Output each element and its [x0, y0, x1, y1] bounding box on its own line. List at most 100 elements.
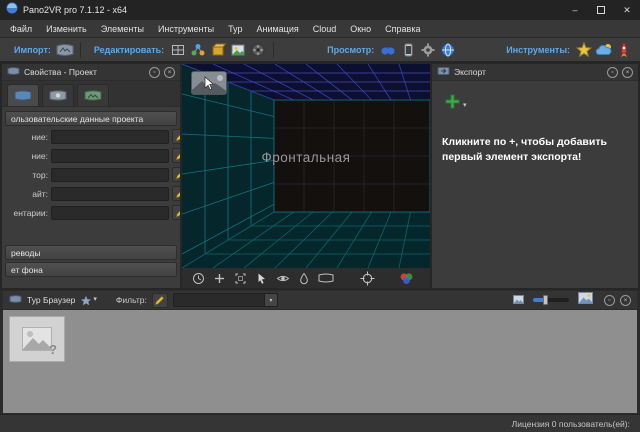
menu-bar: Файл Изменить Элементы Инструменты Тур А…	[0, 20, 640, 38]
field-row-description: ние:	[5, 147, 177, 164]
components-icon[interactable]	[208, 40, 228, 60]
panorama-node-thumbnail[interactable]: ?	[9, 316, 65, 362]
tour-browser-icon	[9, 291, 22, 309]
panorama-icon[interactable]	[318, 272, 334, 284]
pencil-icon	[154, 295, 165, 306]
patch-tool-icon[interactable]	[168, 40, 188, 60]
maximize-icon	[597, 6, 605, 14]
tab-display[interactable]	[77, 84, 109, 106]
missing-preview-glyph: ?	[49, 342, 57, 357]
media-icon[interactable]	[228, 40, 248, 60]
web-output-icon[interactable]	[438, 40, 458, 60]
app-window: Pano2VR pro 7.1.12 - x64 – ✕ Файл Измени…	[0, 0, 640, 432]
author-field[interactable]	[51, 168, 169, 182]
menu-cloud[interactable]: Cloud	[306, 24, 344, 34]
import-group-label: Импорт:	[14, 45, 51, 55]
field-row-title: ние:	[5, 128, 177, 145]
device-preview-icon[interactable]	[398, 40, 418, 60]
edit-website-button[interactable]	[172, 186, 180, 201]
close-button[interactable]: ✕	[614, 0, 640, 20]
edit-author-button[interactable]	[172, 167, 180, 182]
field-label: айт:	[6, 189, 48, 199]
filter-input[interactable]	[173, 293, 265, 307]
pencil-icon	[175, 131, 181, 142]
toolbar-separator	[273, 42, 274, 58]
app-logo-icon	[6, 1, 18, 19]
window-controls: – ✕	[562, 0, 640, 20]
clock-icon[interactable]	[192, 272, 205, 285]
star-icon	[80, 295, 92, 306]
comments-field[interactable]	[51, 206, 169, 220]
image-placeholder-icon	[22, 327, 52, 351]
cloud-icon[interactable]	[594, 40, 614, 60]
drop-icon[interactable]	[298, 272, 310, 285]
minimize-button[interactable]: –	[562, 0, 588, 20]
undock-panel-button[interactable]: ▫	[604, 295, 615, 306]
section-user-data[interactable]: ользовательские данные проекта	[5, 111, 177, 126]
maximize-button[interactable]	[588, 0, 614, 20]
main-area: Свойства - Проект ▫ × ользовательские да…	[0, 62, 640, 290]
view-group-label: Просмотр:	[327, 45, 374, 55]
tour-map-icon[interactable]	[188, 40, 208, 60]
menu-window[interactable]: Окно	[343, 24, 378, 34]
preview-icon[interactable]	[378, 40, 398, 60]
crosshair-icon[interactable]	[360, 271, 375, 286]
export-panel-title: Экспорт	[454, 67, 486, 77]
publish-icon[interactable]	[614, 40, 634, 60]
import-panorama-icon[interactable]	[55, 40, 75, 60]
properties-panel: Свойства - Проект ▫ × ользовательские да…	[2, 64, 180, 288]
view-options-button[interactable]: ▾	[80, 295, 97, 306]
website-field[interactable]	[51, 187, 169, 201]
slider-handle[interactable]	[543, 295, 548, 305]
undock-panel-button[interactable]: ▫	[607, 67, 618, 78]
menu-tools[interactable]: Инструменты	[151, 24, 221, 34]
section-translations[interactable]: реводы	[5, 245, 177, 260]
menu-elements[interactable]: Элементы	[94, 24, 151, 34]
menu-help[interactable]: Справка	[378, 24, 427, 34]
edit-comments-button[interactable]	[172, 205, 180, 220]
viewer-canvas[interactable]: Фронтальная	[182, 64, 430, 268]
menu-animation[interactable]: Анимация	[249, 24, 305, 34]
undock-panel-button[interactable]: ▫	[149, 67, 160, 78]
panorama-viewer: Фронтальная	[182, 64, 430, 288]
video-icon[interactable]	[248, 40, 268, 60]
export-icon	[437, 63, 450, 81]
pencil-icon	[175, 188, 181, 199]
eye-icon[interactable]	[276, 272, 290, 285]
menu-tour[interactable]: Тур	[221, 24, 249, 34]
properties-panel-title: Свойства - Проект	[24, 67, 97, 77]
description-field[interactable]	[51, 149, 169, 163]
plus-icon	[444, 93, 461, 110]
edit-title-button[interactable]	[172, 129, 180, 144]
menu-edit[interactable]: Изменить	[39, 24, 94, 34]
tour-browser-content[interactable]: ?	[3, 310, 637, 413]
filter-dropdown-button[interactable]: ▾	[265, 293, 278, 307]
wand-icon[interactable]	[574, 40, 594, 60]
pencil-icon	[175, 169, 181, 180]
menu-file[interactable]: Файл	[3, 24, 39, 34]
field-row-website: айт:	[5, 185, 177, 202]
section-background-color[interactable]: ет фона	[5, 262, 177, 277]
tab-user-data[interactable]	[42, 84, 74, 106]
close-panel-button[interactable]: ×	[164, 67, 175, 78]
field-row-author: тор:	[5, 166, 177, 183]
thumbnail-size-large-icon	[578, 291, 593, 309]
status-bar: Лицензия 0 пользователь(ей):	[0, 414, 640, 432]
pointer-icon[interactable]	[255, 272, 268, 285]
filter-edit-button[interactable]	[152, 293, 168, 308]
close-panel-button[interactable]: ×	[622, 67, 633, 78]
export-hint-text: Кликните по +, чтобы добавить первый эле…	[442, 135, 628, 164]
export-content: ▾ Кликните по +, чтобы добавить первый э…	[432, 81, 638, 288]
title-field[interactable]	[51, 130, 169, 144]
properties-tabs	[2, 81, 180, 107]
close-panel-button[interactable]: ×	[620, 295, 631, 306]
rgb-channels-icon[interactable]	[399, 272, 414, 285]
properties-icon	[7, 63, 20, 81]
gear-icon[interactable]	[418, 40, 438, 60]
plus-icon[interactable]	[213, 272, 226, 285]
add-export-button[interactable]: ▾	[444, 93, 467, 110]
thumbnail-zoom-slider[interactable]	[533, 298, 569, 302]
edit-description-button[interactable]	[172, 148, 180, 163]
crop-icon[interactable]	[234, 272, 247, 285]
tab-panorama[interactable]	[7, 84, 39, 106]
